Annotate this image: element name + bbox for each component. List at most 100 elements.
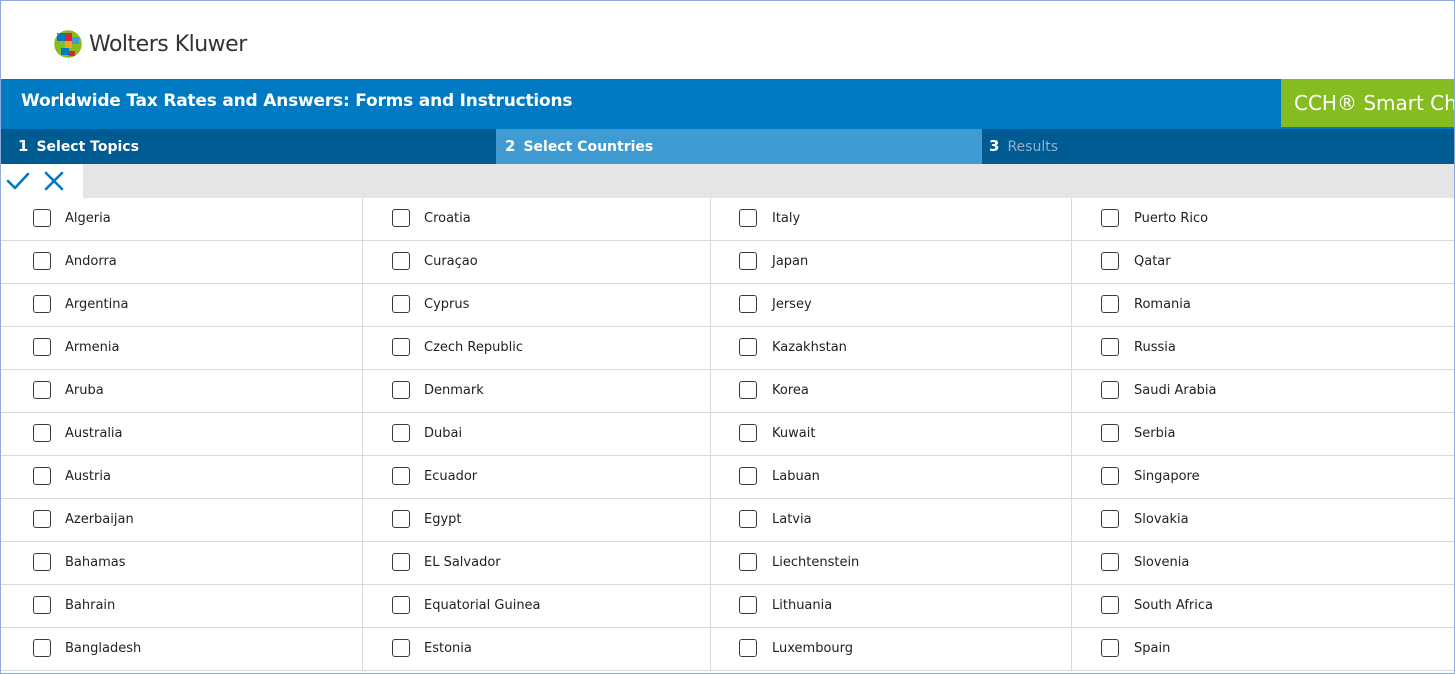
country-option[interactable]: Armenia <box>1 327 363 370</box>
country-checkbox[interactable] <box>739 209 757 227</box>
country-option[interactable]: Qatar <box>1072 241 1454 284</box>
country-checkbox[interactable] <box>739 381 757 399</box>
country-option[interactable]: Bahrain <box>1 585 363 628</box>
country-option[interactable]: Kazakhstan <box>711 327 1072 370</box>
country-checkbox[interactable] <box>392 209 410 227</box>
country-checkbox[interactable] <box>392 639 410 657</box>
country-option[interactable]: Bahamas <box>1 542 363 585</box>
country-option[interactable]: Latvia <box>711 499 1072 542</box>
country-option[interactable]: Saudi Arabia <box>1072 370 1454 413</box>
country-checkbox[interactable] <box>33 424 51 442</box>
country-option[interactable]: Dubai <box>363 413 711 456</box>
country-option[interactable]: Equatorial Guinea <box>363 585 711 628</box>
country-option[interactable]: Denmark <box>363 370 711 413</box>
step-select-topics[interactable]: 1 Select Topics <box>1 129 496 164</box>
country-checkbox[interactable] <box>1101 424 1119 442</box>
country-checkbox[interactable] <box>1101 510 1119 528</box>
country-option[interactable]: Spain <box>1072 628 1454 671</box>
country-option[interactable]: Serbia <box>1072 413 1454 456</box>
country-option[interactable]: Algeria <box>1 198 363 241</box>
country-checkbox[interactable] <box>1101 209 1119 227</box>
country-option[interactable]: Curaçao <box>363 241 711 284</box>
step-results[interactable]: 3 Results <box>982 129 1454 164</box>
country-option[interactable]: Slovakia <box>1072 499 1454 542</box>
country-option[interactable]: Estonia <box>363 628 711 671</box>
country-option[interactable]: Puerto Rico <box>1072 198 1454 241</box>
country-option[interactable]: Russia <box>1072 327 1454 370</box>
check-icon[interactable] <box>5 168 31 194</box>
wizard-steps: 1 Select Topics 2 Select Countries 3 Result… <box>1 129 1454 164</box>
country-checkbox[interactable] <box>1101 295 1119 313</box>
country-option[interactable]: EL Salvador <box>363 542 711 585</box>
country-option[interactable]: Liechtenstein <box>711 542 1072 585</box>
country-checkbox[interactable] <box>392 381 410 399</box>
country-option[interactable]: Japan <box>711 241 1072 284</box>
brand-logo[interactable]: Wolters Kluwer <box>53 29 247 59</box>
country-checkbox[interactable] <box>33 338 51 356</box>
country-checkbox[interactable] <box>392 295 410 313</box>
country-checkbox[interactable] <box>739 596 757 614</box>
country-option[interactable]: Kuwait <box>711 413 1072 456</box>
country-checkbox[interactable] <box>739 553 757 571</box>
country-checkbox[interactable] <box>739 252 757 270</box>
country-label: Labuan <box>772 469 820 484</box>
country-checkbox[interactable] <box>739 467 757 485</box>
country-checkbox[interactable] <box>392 338 410 356</box>
country-checkbox[interactable] <box>33 510 51 528</box>
country-checkbox[interactable] <box>1101 639 1119 657</box>
country-checkbox[interactable] <box>33 596 51 614</box>
country-option[interactable]: Labuan <box>711 456 1072 499</box>
country-checkbox[interactable] <box>1101 596 1119 614</box>
country-option[interactable]: Croatia <box>363 198 711 241</box>
country-checkbox[interactable] <box>33 381 51 399</box>
country-checkbox[interactable] <box>739 510 757 528</box>
country-checkbox[interactable] <box>392 424 410 442</box>
country-checkbox[interactable] <box>739 295 757 313</box>
country-option[interactable]: Aruba <box>1 370 363 413</box>
country-checkbox[interactable] <box>33 209 51 227</box>
country-option[interactable]: Czech Republic <box>363 327 711 370</box>
page-title: Worldwide Tax Rates and Answers: Forms a… <box>21 91 573 111</box>
country-checkbox[interactable] <box>1101 553 1119 571</box>
country-option[interactable]: Singapore <box>1072 456 1454 499</box>
country-checkbox[interactable] <box>1101 467 1119 485</box>
country-checkbox[interactable] <box>739 424 757 442</box>
country-option[interactable]: Romania <box>1072 284 1454 327</box>
country-checkbox[interactable] <box>392 510 410 528</box>
country-option[interactable]: Austria <box>1 456 363 499</box>
country-checkbox[interactable] <box>33 295 51 313</box>
country-checkbox[interactable] <box>1101 381 1119 399</box>
country-option[interactable]: Andorra <box>1 241 363 284</box>
country-option[interactable]: Egypt <box>363 499 711 542</box>
country-checkbox[interactable] <box>33 252 51 270</box>
country-checkbox[interactable] <box>392 596 410 614</box>
country-option[interactable]: Ecuador <box>363 456 711 499</box>
country-label: Kazakhstan <box>772 340 847 355</box>
country-option[interactable]: Cyprus <box>363 284 711 327</box>
country-checkbox[interactable] <box>33 467 51 485</box>
country-option[interactable]: Azerbaijan <box>1 499 363 542</box>
country-option[interactable]: Italy <box>711 198 1072 241</box>
country-checkbox[interactable] <box>33 639 51 657</box>
country-checkbox[interactable] <box>392 467 410 485</box>
country-checkbox[interactable] <box>739 338 757 356</box>
country-checkbox[interactable] <box>739 639 757 657</box>
country-option[interactable]: Luxembourg <box>711 628 1072 671</box>
step-label: Select Countries <box>523 139 654 155</box>
country-checkbox[interactable] <box>1101 252 1119 270</box>
country-option[interactable]: Bangladesh <box>1 628 363 671</box>
country-option[interactable]: Lithuania <box>711 585 1072 628</box>
country-checkbox[interactable] <box>392 553 410 571</box>
country-option[interactable]: Slovenia <box>1072 542 1454 585</box>
country-option[interactable]: Jersey <box>711 284 1072 327</box>
country-option[interactable]: South Africa <box>1072 585 1454 628</box>
country-checkbox[interactable] <box>1101 338 1119 356</box>
close-icon[interactable] <box>41 168 67 194</box>
country-option[interactable]: Korea <box>711 370 1072 413</box>
country-checkbox[interactable] <box>33 553 51 571</box>
country-option[interactable]: Australia <box>1 413 363 456</box>
country-option[interactable]: Argentina <box>1 284 363 327</box>
step-select-countries[interactable]: 2 Select Countries <box>496 129 982 164</box>
country-checkbox[interactable] <box>392 252 410 270</box>
country-label: Korea <box>772 383 809 398</box>
